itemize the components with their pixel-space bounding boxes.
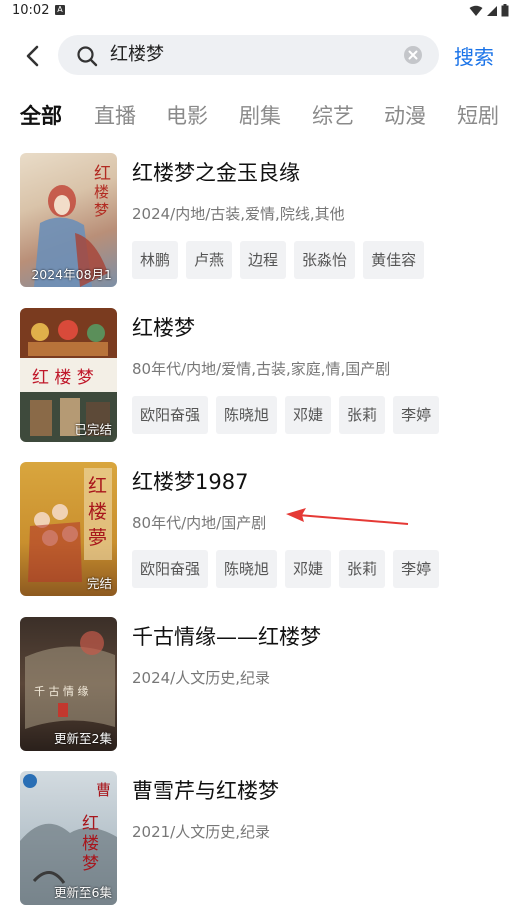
svg-text:红: 红 bbox=[94, 164, 111, 184]
svg-text:楼: 楼 bbox=[82, 834, 99, 854]
cast-tag[interactable]: 张莉 bbox=[339, 550, 386, 588]
tab-variety[interactable]: 综艺 bbox=[312, 100, 354, 130]
poster-badge: 2024年08月1 bbox=[31, 267, 112, 282]
cast-tag[interactable]: 张莉 bbox=[339, 396, 386, 434]
result-title[interactable]: 红楼梦之金玉良缘 bbox=[132, 157, 300, 187]
result-title[interactable]: 红楼梦 bbox=[132, 312, 195, 342]
result-item[interactable]: 红 楼 梦 2024年08月1 红楼梦之金玉良缘 2024/内地/古装,爱情,院… bbox=[0, 153, 519, 289]
result-title[interactable]: 红楼梦1987 bbox=[132, 466, 248, 496]
poster-badge: 更新至2集 bbox=[54, 731, 112, 746]
poster-image[interactable]: 曹 红 楼 梦 更新至6集 bbox=[20, 771, 117, 905]
cast-tag[interactable]: 陈晓旭 bbox=[216, 396, 278, 434]
result-item[interactable]: 红 楼 夢 完结 红楼梦1987 80年代/内地/国产剧 欧阳奋强 陈晓旭 邓婕… bbox=[0, 462, 519, 598]
cast-tag[interactable]: 边程 bbox=[240, 241, 287, 279]
result-meta: 2024/内地/古装,爱情,院线,其他 bbox=[132, 205, 345, 223]
category-tabs: 全部 直播 电影 剧集 综艺 动漫 短剧 bbox=[0, 100, 519, 132]
battery-icon bbox=[501, 4, 509, 17]
cast-tag[interactable]: 邓婕 bbox=[285, 550, 332, 588]
poster-image[interactable]: 红 楼 梦 2024年08月1 bbox=[20, 153, 117, 287]
svg-text:千 古 情 缘: 千 古 情 缘 bbox=[34, 685, 89, 698]
result-meta: 80年代/内地/国产剧 bbox=[132, 514, 267, 532]
back-arrow-icon bbox=[26, 45, 39, 67]
search-input[interactable]: 红楼梦 bbox=[110, 35, 164, 75]
result-meta: 2024/人文历史,纪录 bbox=[132, 669, 270, 687]
signal-icon bbox=[487, 5, 497, 16]
poster-badge: 更新至6集 bbox=[54, 885, 112, 900]
cast-tag[interactable]: 林鹏 bbox=[132, 241, 179, 279]
status-bar: 10:02 A bbox=[0, 0, 519, 24]
result-meta: 80年代/内地/爱情,古装,家庭,情,国产剧 bbox=[132, 360, 391, 378]
result-item[interactable]: 千 古 情 缘 更新至2集 千古情缘——红楼梦 2024/人文历史,纪录 bbox=[0, 617, 519, 753]
search-button[interactable]: 搜索 bbox=[454, 41, 494, 70]
cast-tag[interactable]: 李婷 bbox=[393, 550, 440, 588]
back-button[interactable] bbox=[18, 41, 48, 71]
status-icons bbox=[469, 4, 509, 17]
search-box[interactable]: 红楼梦 bbox=[58, 35, 439, 75]
svg-text:曹: 曹 bbox=[96, 781, 111, 799]
cast-tag[interactable]: 卢燕 bbox=[186, 241, 233, 279]
poster-badge: 完结 bbox=[86, 576, 112, 591]
cast-tags: 欧阳奋强 陈晓旭 邓婕 张莉 李婷 bbox=[132, 550, 440, 588]
svg-text:红: 红 bbox=[88, 475, 107, 497]
result-title[interactable]: 曹雪芹与红楼梦 bbox=[132, 775, 279, 805]
result-title[interactable]: 千古情缘——红楼梦 bbox=[132, 621, 321, 651]
svg-text:夢: 夢 bbox=[88, 527, 107, 549]
cast-tag[interactable]: 张淼怡 bbox=[294, 241, 356, 279]
result-item[interactable]: 曹 红 楼 梦 更新至6集 曹雪芹与红楼梦 2021/人文历史,纪录 bbox=[0, 771, 519, 907]
notification-icon: A bbox=[55, 5, 65, 15]
cast-tags: 林鹏 卢燕 边程 张淼怡 黄佳容 bbox=[132, 241, 425, 279]
poster-image[interactable]: 红 楼 梦 已完结 bbox=[20, 308, 117, 442]
svg-text:楼: 楼 bbox=[88, 501, 107, 523]
svg-text:楼: 楼 bbox=[94, 183, 109, 201]
cast-tags: 欧阳奋强 陈晓旭 邓婕 张莉 李婷 bbox=[132, 396, 440, 434]
clear-icon[interactable] bbox=[403, 45, 423, 65]
cast-tag[interactable]: 陈晓旭 bbox=[216, 550, 278, 588]
tab-live[interactable]: 直播 bbox=[94, 100, 136, 130]
cast-tag[interactable]: 邓婕 bbox=[285, 396, 332, 434]
cast-tag[interactable]: 黄佳容 bbox=[363, 241, 425, 279]
cast-tag[interactable]: 欧阳奋强 bbox=[132, 396, 209, 434]
tab-anime[interactable]: 动漫 bbox=[384, 100, 426, 130]
poster-badge: 已完结 bbox=[74, 422, 112, 437]
poster-image[interactable]: 千 古 情 缘 更新至2集 bbox=[20, 617, 117, 751]
tab-series[interactable]: 剧集 bbox=[239, 100, 281, 130]
poster-image[interactable]: 红 楼 夢 完结 bbox=[20, 462, 117, 596]
tab-movie[interactable]: 电影 bbox=[166, 100, 208, 130]
svg-text:红 楼 梦: 红 楼 梦 bbox=[32, 368, 94, 388]
tab-all[interactable]: 全部 bbox=[20, 100, 62, 130]
wifi-icon bbox=[469, 5, 483, 16]
svg-text:梦: 梦 bbox=[94, 201, 109, 219]
svg-text:梦: 梦 bbox=[82, 854, 99, 874]
annotation-arrow bbox=[286, 508, 409, 525]
search-row: 红楼梦 搜索 bbox=[0, 33, 519, 77]
result-meta: 2021/人文历史,纪录 bbox=[132, 823, 270, 841]
result-item[interactable]: 红 楼 梦 已完结 红楼梦 80年代/内地/爱情,古装,家庭,情,国产剧 欧阳奋… bbox=[0, 308, 519, 444]
cast-tag[interactable]: 欧阳奋强 bbox=[132, 550, 209, 588]
svg-text:红: 红 bbox=[82, 814, 99, 834]
status-time: 10:02 bbox=[12, 3, 50, 18]
search-icon bbox=[77, 46, 98, 67]
cast-tag[interactable]: 李婷 bbox=[393, 396, 440, 434]
tab-short-drama[interactable]: 短剧 bbox=[457, 100, 499, 130]
